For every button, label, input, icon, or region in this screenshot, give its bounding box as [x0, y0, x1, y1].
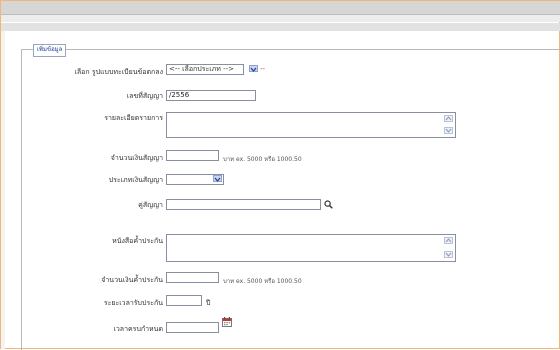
- guarantee-period-unit: ปี: [206, 299, 211, 307]
- party-label: คู่สัญญา: [138, 201, 163, 209]
- contract-amount-input[interactable]: [166, 150, 219, 161]
- guarantee-doc-label: หนังสือค้ำประกัน: [112, 237, 163, 245]
- contract-amount-hint: บาท ex. 5000 หรือ 1000.50: [223, 156, 302, 163]
- details-label: รายละเอียดรายการ: [104, 114, 163, 122]
- required-mark: --: [260, 65, 266, 73]
- toolbar-strip: [1, 15, 560, 22]
- contract-no-input[interactable]: /2556: [166, 90, 256, 101]
- left-edge: [1, 31, 5, 350]
- contract-amount-label: จำนวนเงินสัญญา: [110, 154, 163, 162]
- guarantee-amount-input[interactable]: [166, 272, 219, 283]
- calendar-icon[interactable]: [222, 317, 232, 329]
- toolbar-strip-lower: [1, 23, 560, 31]
- contract-no-label: เลขที่สัญญา: [126, 92, 163, 100]
- scroll-down-button[interactable]: [444, 127, 453, 134]
- form-legend: เพิ่มข้อมูล: [33, 44, 67, 57]
- party-input[interactable]: [166, 199, 321, 210]
- due-date-input[interactable]: [166, 322, 219, 333]
- contract-type-label: ประเภทเงินสัญญา: [108, 176, 163, 184]
- scroll-up-button[interactable]: [444, 115, 453, 122]
- guarantee-amount-hint: บาท ex. 5000 หรือ 1000.50: [223, 278, 302, 285]
- chevron-down-icon[interactable]: [249, 65, 258, 72]
- due-date-label: เวลาครบกำหนด: [113, 325, 163, 333]
- register-type-label: เลือก รูปแบบทะเบียนข้อตกลง: [74, 68, 163, 76]
- guarantee-doc-textarea[interactable]: [166, 234, 456, 262]
- details-textarea[interactable]: [166, 112, 456, 138]
- window-titlebar: [1, 1, 560, 15]
- chevron-down-icon[interactable]: [213, 175, 222, 182]
- guarantee-amount-label: จำนวนเงินค้ำประกัน: [101, 276, 163, 284]
- scroll-up-button[interactable]: [444, 237, 453, 244]
- register-type-value: <-- เลือกประเภท -->: [169, 65, 234, 73]
- search-icon[interactable]: [324, 200, 333, 211]
- guarantee-period-label: ระยะเวลารับประกัน: [103, 299, 163, 307]
- guarantee-period-input[interactable]: [166, 295, 202, 306]
- scroll-down-button[interactable]: [444, 251, 453, 258]
- contract-no-value: /2556: [169, 91, 190, 99]
- register-type-select[interactable]: <-- เลือกประเภท -->: [166, 64, 244, 75]
